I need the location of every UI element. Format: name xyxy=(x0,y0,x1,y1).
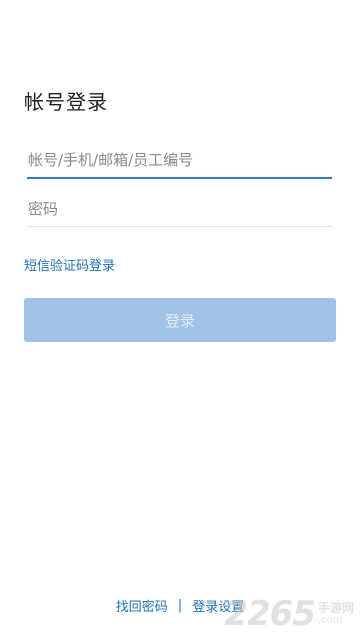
password-field[interactable] xyxy=(27,191,333,227)
account-input[interactable] xyxy=(27,143,333,177)
footer-separator: | xyxy=(177,598,183,613)
login-button[interactable]: 登录 xyxy=(24,298,336,342)
recover-password-link[interactable]: 找回密码 xyxy=(116,596,168,615)
account-field[interactable] xyxy=(27,143,333,179)
page-title: 帐号登录 xyxy=(24,90,108,114)
watermark-logo: 2265 手游网 .com xyxy=(224,594,354,634)
watermark-name: 手游网 xyxy=(317,601,354,615)
watermark-number: 2265 xyxy=(224,594,316,634)
watermark-domain: .com xyxy=(317,615,343,626)
sms-login-link[interactable]: 短信验证码登录 xyxy=(24,255,115,274)
password-input[interactable] xyxy=(27,191,333,226)
